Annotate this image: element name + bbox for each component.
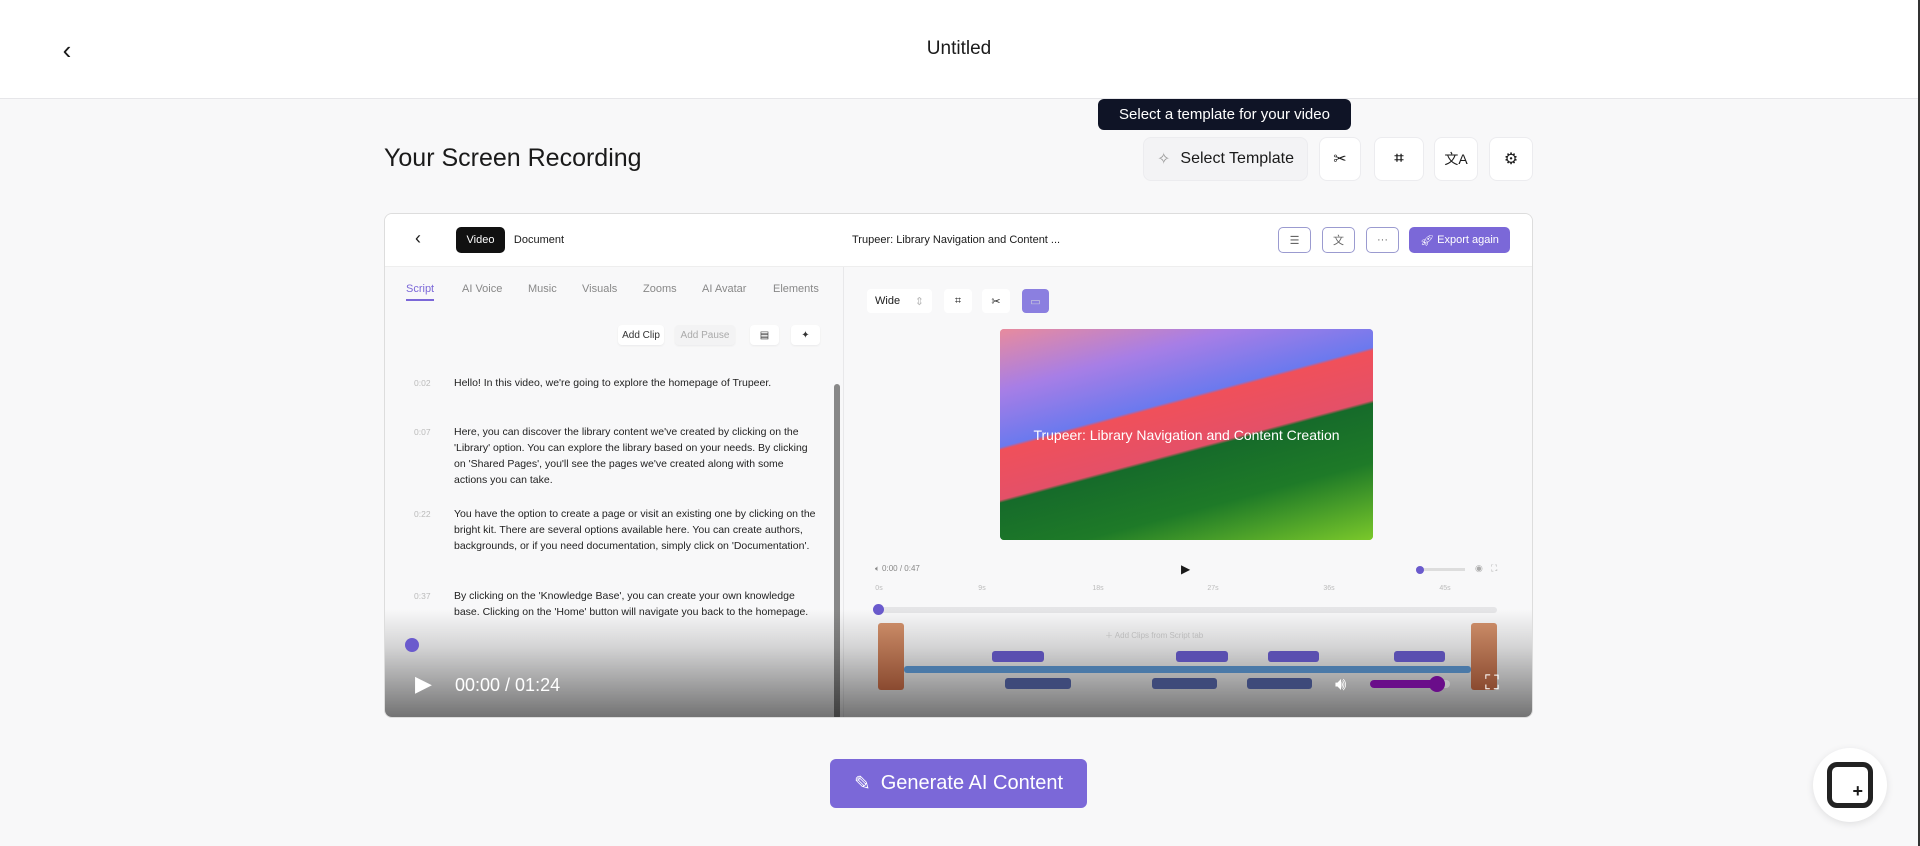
sparkle-icon: ✧ <box>1157 151 1171 168</box>
captions-icon: ▭ <box>1022 289 1049 313</box>
magic-wand-icon: ✦ <box>791 325 820 345</box>
tick-label: 0s <box>875 585 883 592</box>
timeline-clip <box>1176 651 1228 662</box>
volume-slider[interactable] <box>1370 676 1450 692</box>
translate-icon: 文 <box>1322 227 1355 253</box>
audio-track <box>904 666 1471 673</box>
page-title: Untitled <box>926 38 992 59</box>
play-icon: ▶ <box>415 671 432 696</box>
timeline-clip <box>1268 651 1319 662</box>
magic-wand-icon: ✎ <box>853 773 871 795</box>
zoom-slider <box>1416 565 1465 574</box>
entry-text: Here, you can discover the library conte… <box>454 426 808 486</box>
crop-button[interactable]: ⌗ <box>1374 137 1424 181</box>
scissors-icon: ✂ <box>982 289 1010 313</box>
player-progress[interactable] <box>385 638 1532 652</box>
project-title: Trupeer: Library Navigation and Content … <box>852 234 1061 246</box>
fullscreen-icon: ⛶ <box>1485 672 1499 694</box>
aspect-select: Wide ⇕ <box>867 289 932 313</box>
speaker-icon: 🔈︎ <box>875 564 883 573</box>
select-template-button[interactable]: ✧ Select Template <box>1143 137 1308 181</box>
timeline-clip <box>1394 651 1445 662</box>
adjust-icon: ☰ <box>1278 227 1311 253</box>
export-again-button: 🚀︎ Export again <box>1409 227 1510 253</box>
player-overlay <box>385 609 1532 717</box>
trim-handle-left <box>878 623 904 690</box>
volume-button[interactable]: 🔊︎ <box>1335 674 1346 695</box>
tick-label: 27s <box>1207 585 1219 592</box>
tab-ai-avatar: AI Avatar <box>702 283 747 295</box>
cut-button[interactable]: ✂ <box>1319 137 1361 181</box>
tab-video: Video <box>456 227 505 253</box>
tab-document: Document <box>513 234 565 246</box>
entry-text: You have the option to create a page or … <box>454 508 816 552</box>
top-bar: ‹ Untitled <box>0 0 1918 99</box>
volume-fill <box>1370 676 1445 692</box>
tick-label: 45s <box>1439 585 1451 592</box>
play-icon: ▶ <box>1181 562 1191 576</box>
video-preview: Trupeer: Library Navigation and Content … <box>1000 329 1373 540</box>
tooltip: Select a template for your video <box>1098 99 1351 130</box>
gear-icon: ⚙ <box>1503 151 1519 168</box>
player-time: 00:00 / 01:24 <box>455 675 561 695</box>
tick-label: 36s <box>1323 585 1335 592</box>
comment-icon: ▤ <box>750 325 779 345</box>
editor-header: ‹ Video Document Trupeer: Library Naviga… <box>385 214 1532 267</box>
scissors-icon: ✂ <box>1333 151 1347 168</box>
expand-icon: ⛶ <box>1491 563 1498 573</box>
timeline-clip <box>1152 678 1217 689</box>
timeline-clip <box>1247 678 1312 689</box>
tab-elements: Elements <box>773 283 819 295</box>
export-label: Export again <box>1437 234 1499 246</box>
entry-time: 0:02 <box>414 378 431 388</box>
tab-zooms: Zooms <box>643 283 677 295</box>
entry-text: Hello! In this video, we're going to exp… <box>454 377 772 389</box>
chevron-left-icon: ‹ <box>415 228 421 248</box>
fullscreen-button[interactable]: ⛶ <box>1485 672 1499 695</box>
translate-button[interactable]: 文A <box>1434 137 1478 181</box>
timeline-clip <box>992 651 1044 662</box>
timeline-clip <box>1005 678 1071 689</box>
tick-label: 18s <box>1092 585 1104 592</box>
add-clips-hint: ＋ Add Clips from Script tab <box>1105 631 1204 640</box>
speaker-icon: 🔊︎ <box>1335 674 1347 694</box>
inner-time: 🔈︎ 0:00 / 0:47 <box>875 564 920 574</box>
tab-script: Script <box>406 283 435 301</box>
add-clip-button: Add Clip <box>618 325 664 345</box>
section-heading: Your Screen Recording <box>384 144 642 172</box>
entry-time: 0:07 <box>414 427 431 437</box>
tick-label: 9s <box>978 585 986 592</box>
rocket-icon: 🚀︎ <box>1420 234 1438 247</box>
crop-icon: ⌗ <box>944 289 972 313</box>
entry-time: 0:37 <box>414 591 431 601</box>
inner-time-label: 0:00 / 0:47 <box>882 564 920 573</box>
tab-visuals: Visuals <box>582 283 618 295</box>
generate-label: Generate AI Content <box>880 772 1064 794</box>
add-pause-button: Add Pause <box>675 325 735 345</box>
floating-add-button[interactable]: + <box>1813 748 1887 822</box>
entry-time: 0:22 <box>414 509 431 519</box>
generate-ai-content-button[interactable]: ✎ Generate AI Content <box>830 759 1087 808</box>
settings-button[interactable]: ⚙ <box>1489 137 1533 181</box>
play-button[interactable]: ▶ <box>415 671 432 697</box>
add-square-icon: + <box>1827 762 1873 808</box>
aspect-value: Wide <box>875 295 901 307</box>
select-template-label: Select Template <box>1180 150 1294 167</box>
screen-recording-video[interactable]: ‹ Video Document Trupeer: Library Naviga… <box>384 213 1533 718</box>
preview-title: Trupeer: Library Navigation and Content … <box>1033 426 1340 443</box>
add-clips-hint-label: Add Clips from Script tab <box>1114 631 1204 640</box>
crop-icon: ⌗ <box>1394 150 1404 167</box>
more-icon: ··· <box>1366 227 1399 253</box>
tab-ai-voice: AI Voice <box>462 283 503 295</box>
translate-icon: 文A <box>1444 151 1468 167</box>
eye-icon: ◉ <box>1475 563 1483 573</box>
tab-music: Music <box>528 283 557 295</box>
